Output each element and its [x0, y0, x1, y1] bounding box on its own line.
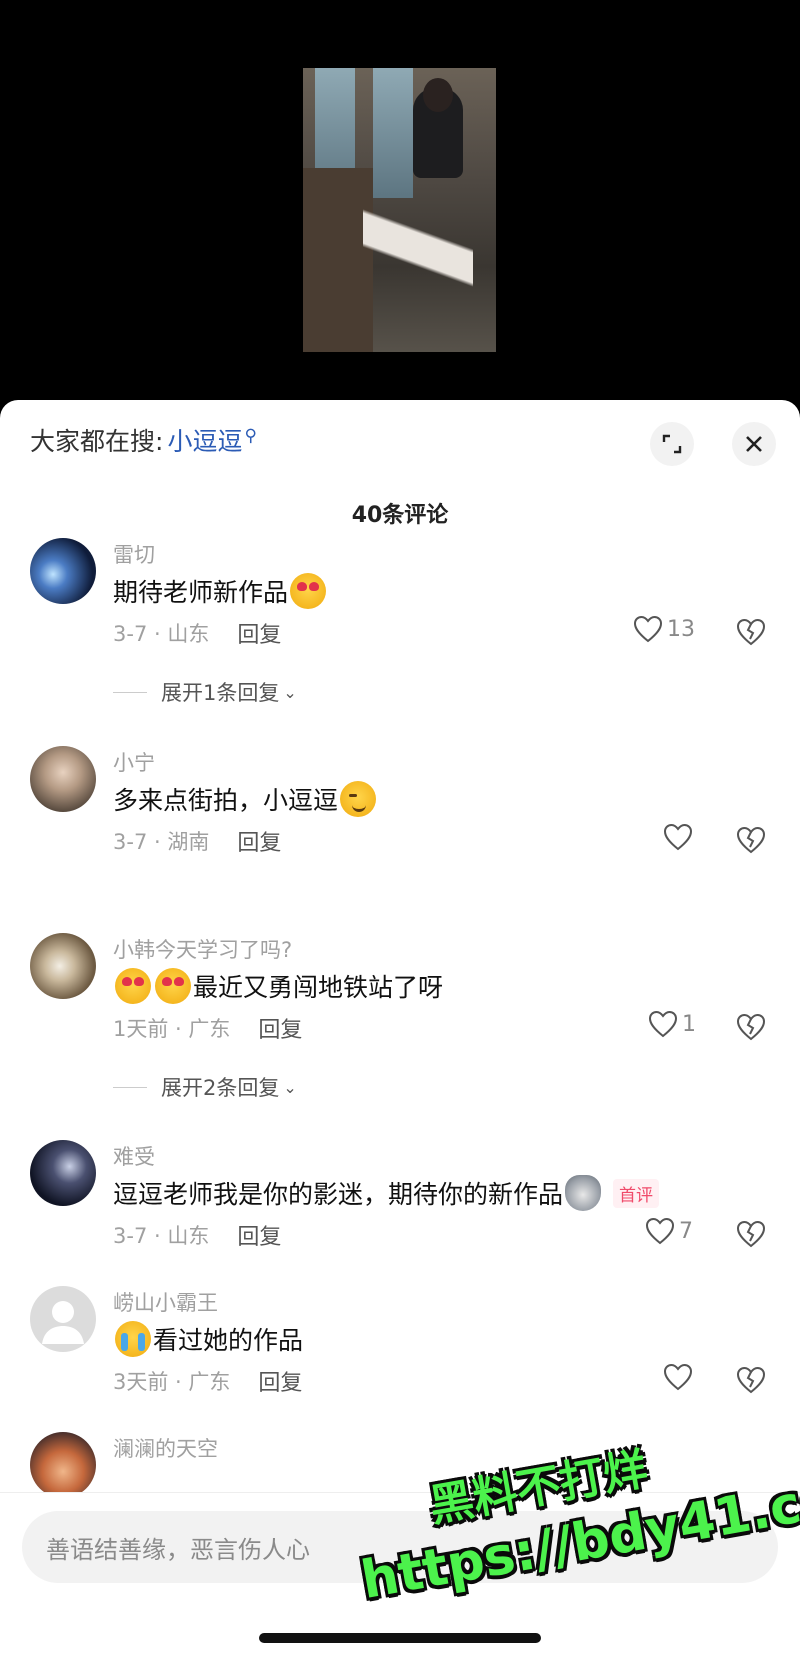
comment-meta: 3-7 · 湖南 回复 — [113, 825, 281, 857]
like-count: 7 — [679, 1218, 693, 1244]
comment-meta: 3天前 · 广东 回复 — [113, 1365, 302, 1397]
comment-text: 最近又勇闯地铁站了呀 — [113, 968, 443, 1004]
heart-icon — [645, 1217, 675, 1245]
reply-button[interactable]: 回复 — [258, 1365, 302, 1397]
comment-date-location: 1天前 · 广东 — [113, 1017, 231, 1041]
expand-replies-button[interactable]: 展开2条回复 ⌄ — [113, 1072, 297, 1102]
comment-date-location: 3-7 · 湖南 — [113, 830, 210, 854]
home-indicator[interactable] — [259, 1633, 541, 1643]
comment-username[interactable]: 雷切 — [113, 539, 155, 569]
like-button[interactable] — [663, 1363, 693, 1391]
broken-heart-icon[interactable] — [736, 1365, 766, 1395]
love-face-emoji — [290, 573, 327, 609]
comment-text: 逗逗老师我是你的影迷，期待你的新作品 首评 — [113, 1175, 660, 1211]
comment-meta: 1天前 · 广东 回复 — [113, 1012, 302, 1044]
comment-username[interactable]: 崂山小霸王 — [113, 1287, 218, 1317]
chevron-down-icon: ⌄ — [283, 1077, 297, 1097]
avatar[interactable] — [30, 1140, 96, 1206]
search-icon: ⚲ — [244, 426, 257, 446]
heart-icon — [663, 1363, 693, 1391]
comment-text: 看过她的作品 — [113, 1321, 303, 1357]
broken-heart-icon[interactable] — [736, 825, 766, 855]
search-keyword[interactable]: 小逗逗 — [167, 422, 242, 458]
heart-icon — [648, 1010, 678, 1038]
comment-meta: 3-7 · 山东 回复 — [113, 617, 281, 649]
comment-username[interactable]: 难受 — [113, 1141, 155, 1171]
first-comment-badge: 首评 — [613, 1178, 660, 1208]
search-suggestion[interactable]: 大家都在搜: 小逗逗 ⚲ — [30, 422, 257, 458]
reply-button[interactable]: 回复 — [237, 1219, 281, 1251]
like-count: 1 — [682, 1011, 696, 1037]
expand-replies-button[interactable]: 展开1条回复 ⌄ — [113, 677, 297, 707]
comment-date-location: 3天前 · 广东 — [113, 1370, 231, 1394]
comment-username[interactable]: 澜澜的天空 — [113, 1433, 218, 1463]
comment-username[interactable]: 小宁 — [113, 747, 155, 777]
broken-heart-icon[interactable] — [736, 1219, 766, 1249]
expand-icon[interactable] — [650, 422, 694, 466]
comment-text: 多来点街拍，小逗逗 — [113, 781, 378, 817]
reply-button[interactable]: 回复 — [237, 617, 281, 649]
like-button[interactable]: 13 — [633, 615, 695, 643]
comment-input-placeholder: 善语结善缘，恶言伤人心 — [46, 1535, 310, 1564]
avatar[interactable] — [30, 1432, 96, 1498]
like-button[interactable]: 1 — [648, 1010, 696, 1038]
broken-heart-icon[interactable] — [736, 1012, 766, 1042]
broken-heart-icon[interactable] — [736, 617, 766, 647]
heart-icon — [633, 615, 663, 643]
crying-laugh-emoji — [115, 1321, 151, 1357]
comment-username[interactable]: 小韩今天学习了吗? — [113, 934, 292, 964]
comment-text: 期待老师新作品 — [113, 573, 328, 609]
chevron-down-icon: ⌄ — [283, 682, 297, 702]
comment-date-location: 3-7 · 山东 — [113, 1224, 210, 1248]
wink-face-emoji — [340, 781, 377, 817]
video-preview-area[interactable] — [0, 0, 800, 400]
reply-button[interactable]: 回复 — [258, 1012, 302, 1044]
comment-count: 40条评论 — [351, 503, 449, 528]
comment-meta: 3-7 · 山东 回复 — [113, 1219, 281, 1251]
default-avatar-icon — [42, 1301, 84, 1344]
avatar[interactable] — [30, 538, 96, 604]
search-prefix: 大家都在搜: — [30, 427, 164, 456]
comment-date-location: 3-7 · 山东 — [113, 622, 210, 646]
close-icon[interactable] — [732, 422, 776, 466]
heart-icon — [663, 823, 693, 851]
like-button[interactable]: 7 — [645, 1217, 693, 1245]
avatar[interactable] — [30, 1286, 96, 1352]
avatar[interactable] — [30, 933, 96, 999]
video-thumbnail[interactable] — [303, 68, 496, 352]
cat-emoji — [565, 1175, 602, 1211]
like-count: 13 — [667, 616, 695, 642]
heart-eyes-emoji — [155, 968, 191, 1004]
avatar[interactable] — [30, 746, 96, 812]
heart-eyes-emoji — [115, 968, 151, 1004]
like-button[interactable] — [663, 823, 693, 851]
reply-button[interactable]: 回复 — [237, 825, 281, 857]
